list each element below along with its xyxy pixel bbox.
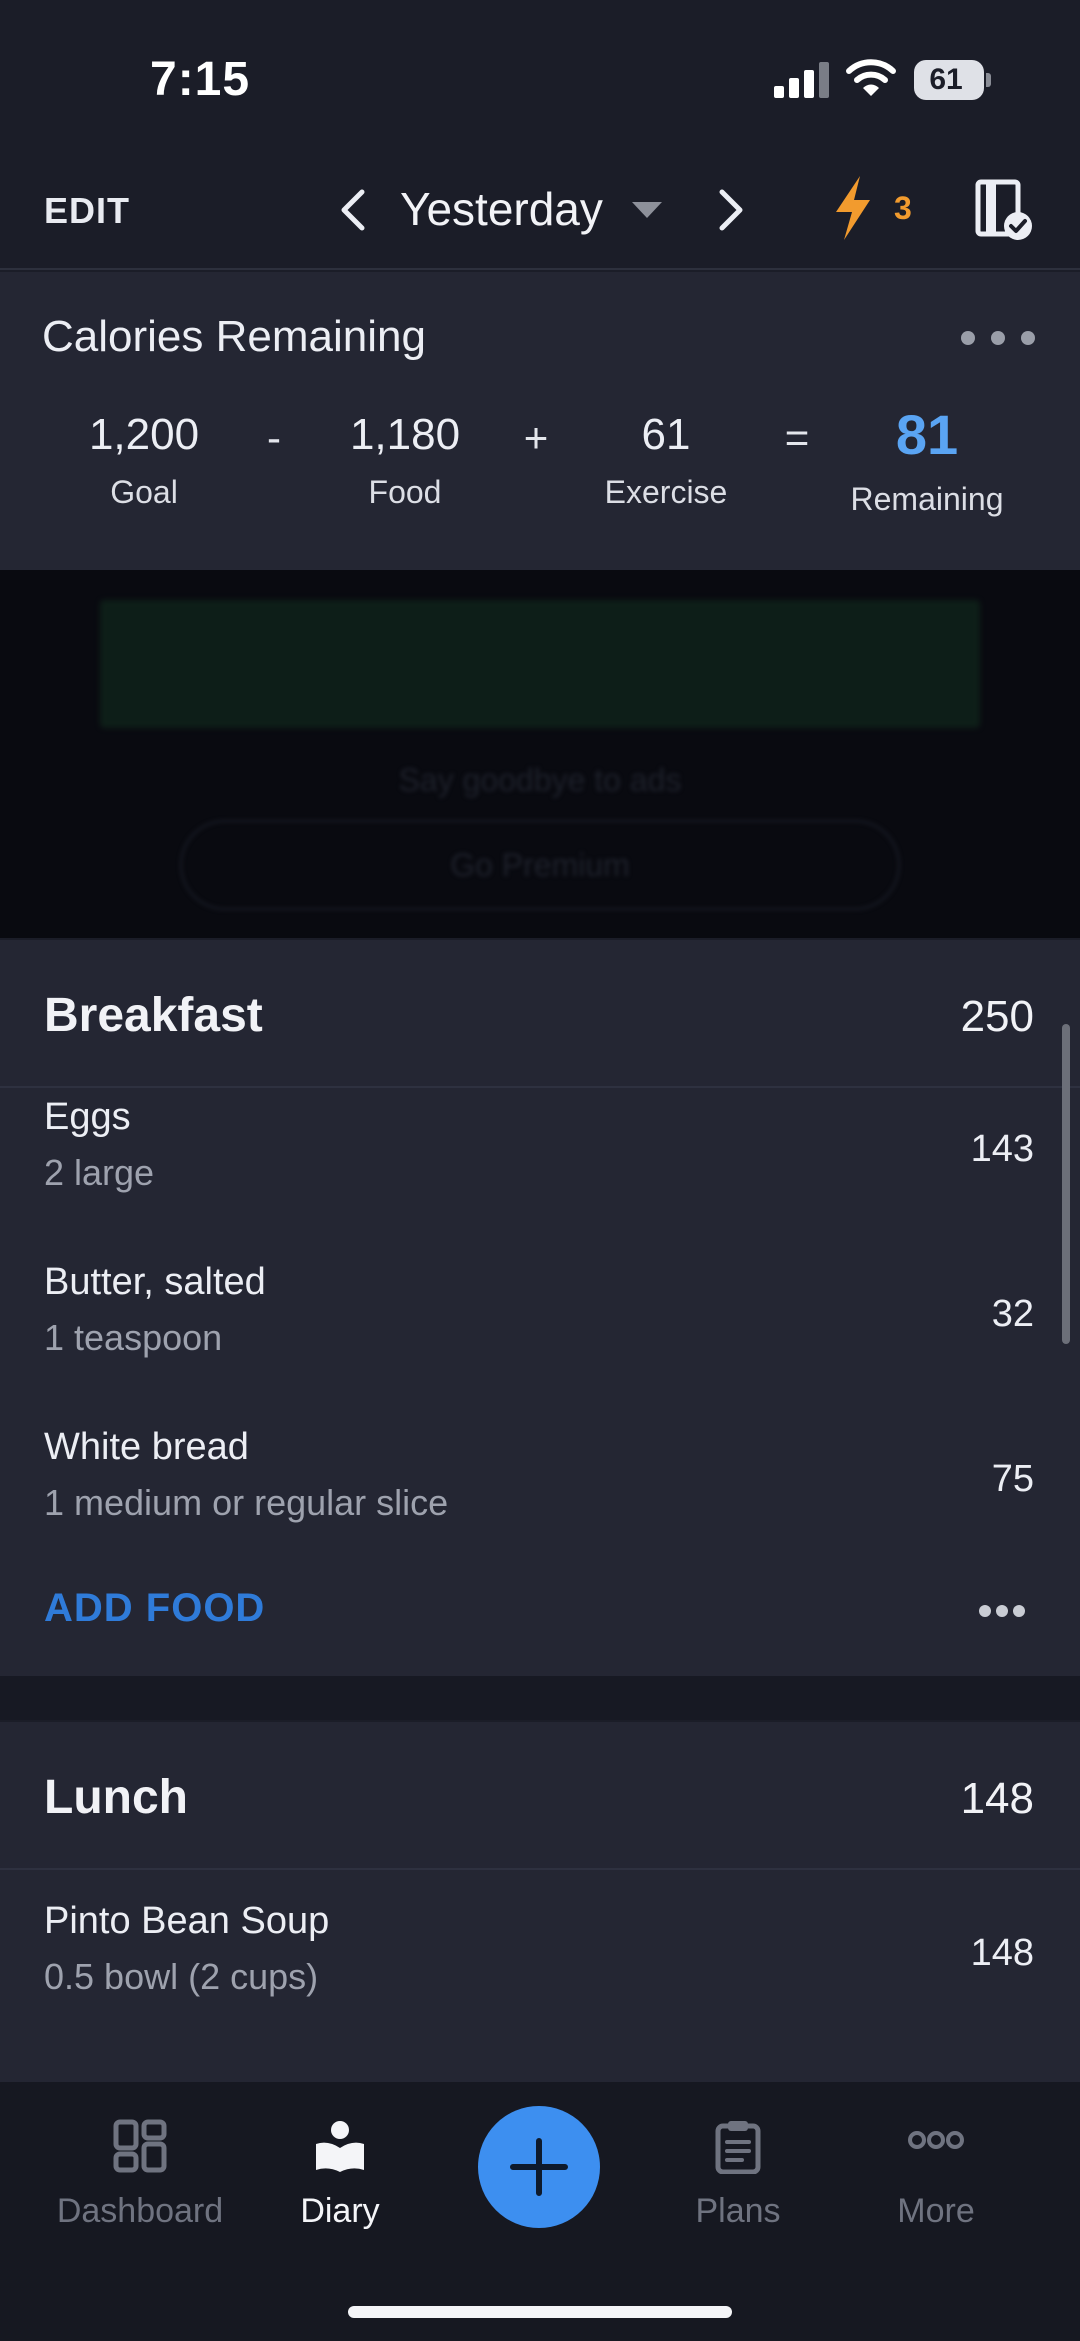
breakfast-total: 250	[960, 992, 1034, 1041]
tab-label: Plans	[695, 2192, 781, 2230]
add-button[interactable]	[478, 2106, 600, 2228]
food-value: 1,180	[349, 410, 461, 459]
checklist-icon[interactable]	[974, 178, 1034, 242]
plus-icon	[510, 2138, 568, 2196]
breakfast-header[interactable]: Breakfast 250	[0, 940, 1080, 1088]
diary-icon	[316, 2121, 364, 2172]
status-bar: 7:15 61	[0, 0, 1080, 150]
signal-icon	[774, 62, 829, 98]
scrollbar[interactable]	[1062, 1024, 1070, 1344]
streak-count[interactable]: 3	[894, 190, 912, 227]
more-icon	[908, 2131, 964, 2149]
calories-remaining-card[interactable]: Calories Remaining 1,200 Goal - 1,180 Fo…	[0, 272, 1080, 570]
breakfast-title: Breakfast	[44, 989, 263, 1042]
tab-dashboard[interactable]: Dashboard	[40, 2118, 240, 2231]
tab-more[interactable]: More	[836, 2118, 1036, 2231]
lunch-title: Lunch	[44, 1771, 188, 1824]
breakfast-section: Breakfast 250 Eggs 2 large 143 Butter, s…	[0, 940, 1080, 1676]
more-options-icon[interactable]	[978, 1604, 1026, 1618]
diary-header: EDIT Yesterday 3	[0, 150, 1080, 270]
lunch-header[interactable]: Lunch 148	[0, 1722, 1080, 1870]
lightning-icon[interactable]	[830, 174, 876, 242]
goal-label: Goal	[110, 474, 178, 510]
tab-label: Diary	[300, 2192, 380, 2230]
minus-operator: -	[267, 414, 281, 461]
food-serving: 0.5 bowl (2 cups)	[44, 1956, 319, 1997]
bottom-tab-bar: Dashboard Diary Plans More	[0, 2082, 1080, 2341]
diary-screen: 7:15 61 EDIT Yesterday 3 Calories Remain…	[0, 0, 1080, 2341]
ad-tagline: Say goodbye to ads	[398, 762, 682, 798]
battery-cap	[986, 73, 991, 87]
exercise-column: 61 Exercise	[566, 410, 766, 511]
food-entry[interactable]: Pinto Bean Soup 0.5 bowl (2 cups) 148	[0, 1886, 1080, 2052]
food-label: Food	[368, 474, 442, 510]
status-time: 7:15	[150, 53, 251, 106]
food-serving: 2 large	[44, 1152, 155, 1193]
battery-icon: 61	[914, 60, 991, 100]
food-name: Pinto Bean Soup	[44, 1900, 330, 1942]
exercise-label: Exercise	[604, 474, 728, 510]
remaining-column: 81 Remaining	[827, 403, 1027, 518]
caret-down-icon[interactable]	[630, 200, 664, 220]
chevron-left-icon[interactable]	[334, 186, 374, 234]
food-calories: 75	[991, 1458, 1034, 1500]
date-selector[interactable]: Yesterday	[400, 182, 603, 236]
battery-body: 61	[914, 60, 984, 100]
food-calories: 32	[991, 1293, 1034, 1335]
tab-label: Dashboard	[56, 2192, 224, 2230]
remaining-label: Remaining	[850, 481, 1004, 517]
more-options-icon[interactable]	[958, 328, 1038, 348]
section-divider	[0, 1676, 1080, 1720]
chevron-right-icon[interactable]	[710, 186, 750, 234]
goal-column: 1,200 Goal	[44, 410, 244, 511]
equals-operator: =	[784, 414, 810, 461]
food-calories: 148	[970, 1932, 1034, 1974]
food-name: Eggs	[44, 1096, 131, 1138]
wifi-icon	[846, 59, 896, 96]
clipboard-icon	[715, 2121, 761, 2174]
edit-button[interactable]: EDIT	[44, 190, 130, 232]
goal-value: 1,200	[88, 410, 200, 459]
ad-image[interactable]	[100, 600, 980, 728]
food-calories: 143	[970, 1128, 1034, 1170]
exercise-value: 61	[641, 410, 691, 459]
tab-plans[interactable]: Plans	[638, 2118, 838, 2231]
plus-operator: +	[523, 414, 549, 461]
calories-title: Calories Remaining	[42, 312, 426, 361]
food-entry[interactable]: Butter, salted 1 teaspoon 32	[0, 1247, 1080, 1413]
ad-banner[interactable]: Say goodbye to ads Go Premium	[0, 570, 1080, 938]
food-column: 1,180 Food	[305, 410, 505, 511]
lunch-section: Lunch 148 Pinto Bean Soup 0.5 bowl (2 cu…	[0, 1722, 1080, 2082]
remaining-value: 81	[895, 403, 959, 466]
food-entry[interactable]: White bread 1 medium or regular slice 75	[0, 1412, 1080, 1578]
tab-diary[interactable]: Diary	[240, 2118, 440, 2231]
food-entry[interactable]: Eggs 2 large 143	[0, 1082, 1080, 1248]
food-serving: 1 medium or regular slice	[44, 1482, 449, 1523]
home-indicator[interactable]	[348, 2306, 732, 2318]
battery-level: 61	[929, 63, 963, 96]
food-name: White bread	[44, 1426, 249, 1468]
add-food-button[interactable]: ADD FOOD	[44, 1586, 265, 1631]
go-premium-button[interactable]: Go Premium	[180, 820, 900, 910]
food-name: Butter, salted	[44, 1261, 266, 1303]
tab-label: More	[897, 2192, 975, 2230]
dashboard-icon	[113, 2119, 167, 2173]
lunch-total: 148	[960, 1774, 1034, 1823]
food-serving: 1 teaspoon	[44, 1317, 223, 1358]
